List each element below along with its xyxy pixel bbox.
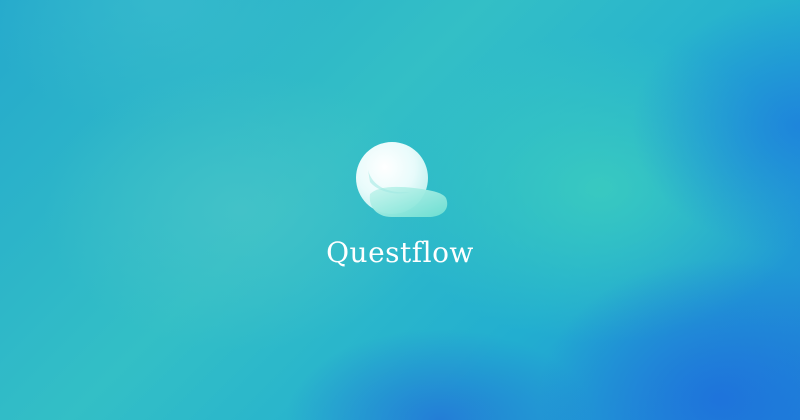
brand-name: Questflow <box>326 236 474 269</box>
speech-bubble-q-icon <box>356 142 448 217</box>
brand-lockup: Questflow <box>0 0 800 420</box>
